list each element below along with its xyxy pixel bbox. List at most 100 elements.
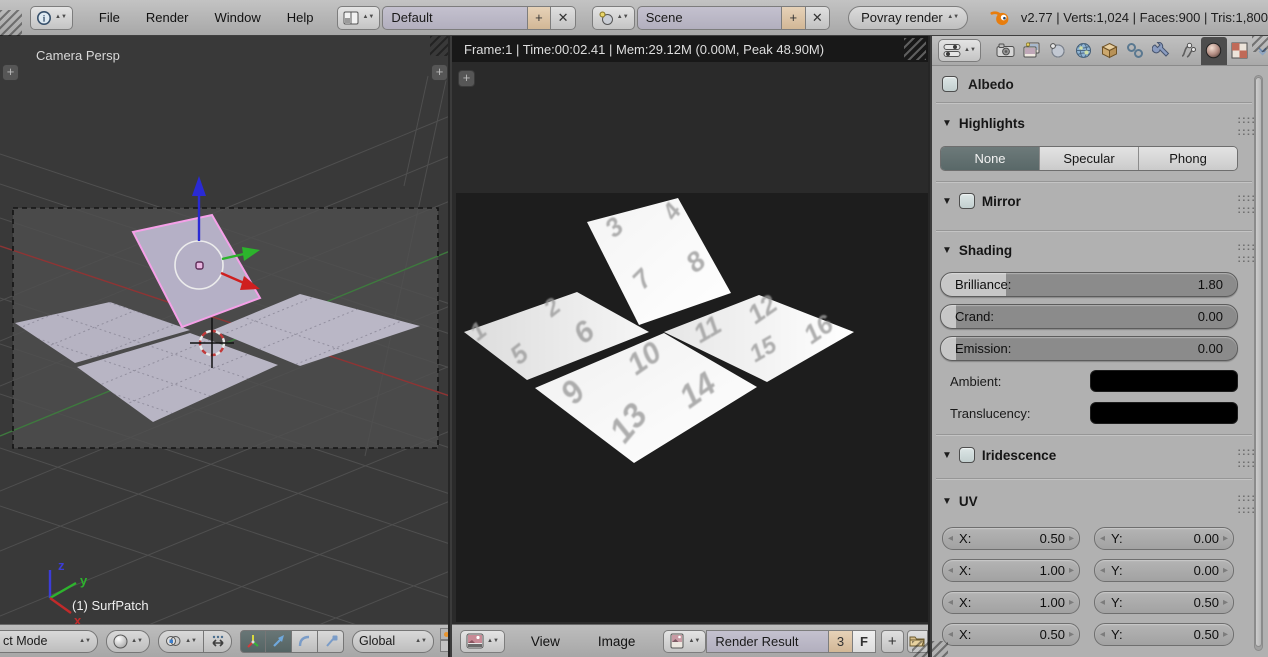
transform-orientation-select[interactable]: Global▲▼ <box>352 630 434 653</box>
tab-scene[interactable] <box>1045 37 1071 65</box>
tab-constraints[interactable] <box>1123 37 1149 65</box>
image-name-field[interactable]: Render Result <box>706 630 828 653</box>
image-datablock-button[interactable]: ▲▼ <box>663 630 706 653</box>
properties-scrollbar[interactable] <box>1254 75 1263 651</box>
panel-highlights-header[interactable]: ▼ Highlights :::::::: <box>932 110 1268 136</box>
expand-triangle-icon[interactable]: ▼ <box>942 196 952 207</box>
layer-cell[interactable] <box>440 640 448 652</box>
material-sphere-icon <box>1204 42 1223 59</box>
editor-type-button[interactable]: ▲▼ <box>938 39 981 62</box>
area-corner-handle[interactable] <box>0 10 22 36</box>
render-engine-select[interactable]: Povray render ▲▼ <box>848 6 968 30</box>
mirror-checkbox[interactable] <box>959 193 975 209</box>
add-layout-button[interactable]: + <box>527 6 552 30</box>
texture-checker-icon <box>1230 42 1249 59</box>
toolshelf-expand-button[interactable]: + <box>458 70 475 87</box>
expand-triangle-icon[interactable]: ▼ <box>942 118 952 129</box>
menu-render[interactable]: Render <box>142 10 193 25</box>
viewport-shading-select[interactable]: ▲▼ <box>106 630 150 653</box>
render-slot-button[interactable]: 3 <box>829 630 853 653</box>
translate-arrow-icon <box>271 633 287 649</box>
crand-slider[interactable]: Crand:0.00 <box>940 304 1238 329</box>
panel-mirror-header[interactable]: ▼ Mirror :::::::: <box>932 188 1268 214</box>
panel-iridescence-header[interactable]: ▼ Iridescence :::::::: <box>932 442 1268 468</box>
area-corner-handle[interactable] <box>932 641 948 657</box>
close-scene-button[interactable]: ✕ <box>806 6 831 30</box>
layers-widget[interactable] <box>440 628 448 652</box>
area-corner-handle[interactable] <box>430 36 450 56</box>
albedo-checkbox[interactable] <box>942 76 958 92</box>
menu-file[interactable]: File <box>95 10 124 25</box>
highlights-specular-button[interactable]: Specular <box>1039 147 1138 170</box>
iridescence-checkbox[interactable] <box>959 447 975 463</box>
tab-object-data[interactable] <box>1175 37 1201 65</box>
emission-slider[interactable]: Emission:0.00 <box>940 336 1238 361</box>
toolshelf-expand-button[interactable]: + <box>2 64 19 81</box>
area-corner-handle[interactable] <box>904 38 926 60</box>
mode-select[interactable]: ct Mode▲▼ <box>0 630 98 653</box>
expand-triangle-icon[interactable]: ▼ <box>942 245 952 256</box>
scene-browse-button[interactable]: ▲▼ <box>592 6 635 30</box>
close-layout-button[interactable]: ✕ <box>551 6 576 30</box>
tab-render-layers[interactable] <box>1019 37 1045 65</box>
modifiers-wrench-icon <box>1152 42 1171 59</box>
screen-layout-button[interactable]: ▲▼ <box>337 6 380 30</box>
ambient-color-swatch[interactable] <box>1090 370 1238 392</box>
world-globe-icon <box>1074 42 1093 59</box>
translate-manipulator-button[interactable] <box>266 630 292 653</box>
new-image-button[interactable]: + <box>881 630 904 653</box>
tab-modifiers[interactable] <box>1149 37 1175 65</box>
tab-world[interactable] <box>1071 37 1097 65</box>
fake-user-button[interactable]: F <box>853 630 876 653</box>
blender-window: i ▲▼ File Render Window Help ▲▼ Default … <box>0 0 1268 657</box>
panel-uv-header[interactable]: ▼ UV :::::::: <box>932 488 1268 514</box>
render-layers-icon <box>1022 42 1041 59</box>
scene-statistics: v2.77 | Verts:1,024 | Faces:900 | Tris:1… <box>1021 10 1268 25</box>
uv-y-field-3[interactable]: ◂Y:0.50▸ <box>1094 623 1234 646</box>
tab-texture[interactable] <box>1227 37 1253 65</box>
menu-image[interactable]: Image <box>594 634 640 649</box>
ambient-row: Ambient: <box>932 369 1268 393</box>
editor-type-button[interactable]: i ▲▼ <box>30 6 73 30</box>
uv-x-field-0[interactable]: ◂X:0.50▸ <box>942 527 1080 550</box>
expand-triangle-icon[interactable]: ▼ <box>942 496 952 507</box>
uv-y-field-2[interactable]: ◂Y:0.50▸ <box>1094 591 1234 614</box>
expand-triangle-icon[interactable]: ▼ <box>942 450 952 461</box>
uv-x-field-3[interactable]: ◂X:0.50▸ <box>942 623 1080 646</box>
uv-x-field-1[interactable]: ◂X:1.00▸ <box>942 559 1080 582</box>
uv-x-field-2[interactable]: ◂X:1.00▸ <box>942 591 1080 614</box>
properties-sliders-icon <box>943 43 961 58</box>
scale-manipulator-button[interactable] <box>318 630 344 653</box>
properties-expand-button[interactable]: + <box>431 64 448 81</box>
menu-help[interactable]: Help <box>283 10 318 25</box>
3d-viewport: z y x Camera Persp + + (1) SurfPatch ct … <box>0 36 450 657</box>
layer-cell[interactable] <box>440 628 448 640</box>
info-icon: i <box>36 10 52 26</box>
manipulator-type-group <box>240 630 344 653</box>
pivot-point-select[interactable]: ▲▼ <box>158 630 204 653</box>
area-corner-handle[interactable] <box>912 641 928 657</box>
image-editor: Frame:1 | Time:00:02.41 | Mem:29.12M (0.… <box>452 36 930 657</box>
area-corner-handle[interactable] <box>1252 36 1268 52</box>
menu-view[interactable]: View <box>527 634 564 649</box>
solid-shading-icon <box>113 634 128 649</box>
translucency-color-swatch[interactable] <box>1090 402 1238 424</box>
editor-type-button[interactable]: ▲▼ <box>460 630 505 653</box>
scene-name-field[interactable]: Scene <box>637 6 781 30</box>
menu-window[interactable]: Window <box>210 10 264 25</box>
uv-y-field-0[interactable]: ◂Y:0.00▸ <box>1094 527 1234 550</box>
layout-name-field[interactable]: Default <box>382 6 526 30</box>
uv-y-field-1[interactable]: ◂Y:0.00▸ <box>1094 559 1234 582</box>
panel-shading-header[interactable]: ▼ Shading :::::::: <box>932 237 1268 263</box>
manipulator-toggle-button[interactable] <box>204 630 232 653</box>
add-scene-button[interactable]: + <box>781 6 806 30</box>
highlights-none-button[interactable]: None <box>941 147 1039 170</box>
tab-object[interactable] <box>1097 37 1123 65</box>
tab-material[interactable] <box>1201 37 1227 65</box>
rotate-arc-icon <box>297 633 313 649</box>
tab-render[interactable] <box>993 37 1019 65</box>
manipulator-axes-button[interactable] <box>240 630 266 653</box>
brilliance-slider[interactable]: Brilliance:1.80 <box>940 272 1238 297</box>
highlights-phong-button[interactable]: Phong <box>1138 147 1237 170</box>
rotate-manipulator-button[interactable] <box>292 630 318 653</box>
